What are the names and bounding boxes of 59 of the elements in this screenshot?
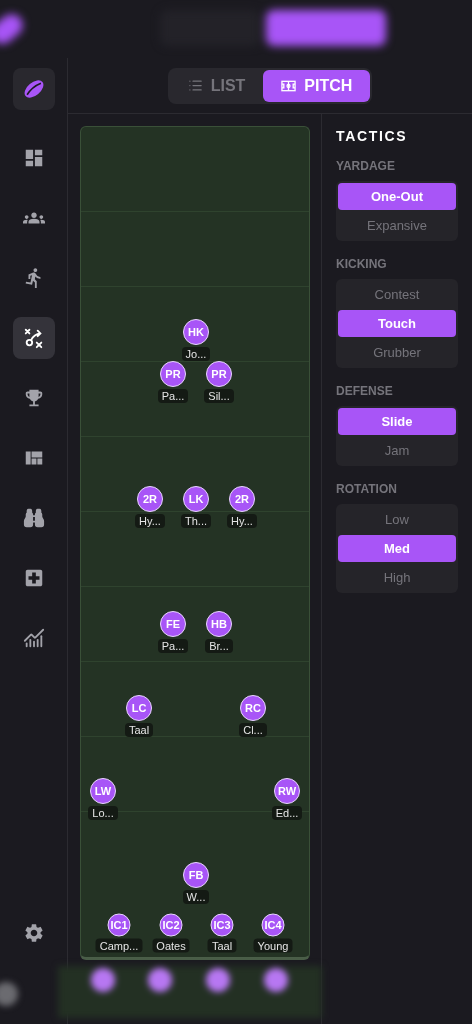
tactic-group-label: DEFENSE	[336, 383, 394, 400]
player-token[interactable]: IC4	[261, 913, 285, 937]
tactic-option[interactable]: Contest	[338, 281, 456, 308]
player-token[interactable]: PR	[160, 361, 186, 387]
player-token[interactable]: RW	[274, 778, 300, 804]
tactic-group-label: YARDAGE	[336, 158, 396, 175]
player-name: Jo...	[181, 347, 211, 361]
tactic-option[interactable]: Expansive	[338, 212, 456, 239]
player-token[interactable]: 2R	[137, 486, 163, 512]
tactic-option[interactable]: Jam	[338, 437, 456, 464]
tactic-option[interactable]: High	[338, 564, 456, 591]
pitch-icon	[281, 79, 297, 92]
player-name: Pa...	[157, 389, 189, 403]
player-name: Cl...	[239, 723, 267, 737]
player-token[interactable]: LK	[183, 486, 209, 512]
player-name: Pa...	[157, 639, 189, 653]
player-name: Br...	[205, 639, 233, 653]
settings-icon[interactable]	[22, 922, 45, 944]
tactic-option[interactable]: Touch	[338, 310, 456, 337]
tactic-group-label: KICKING	[336, 256, 388, 273]
player-name: Lo...	[88, 806, 118, 820]
player-name: Sil...	[204, 389, 234, 403]
player-name: Hy...	[227, 514, 257, 528]
tactic-option[interactable]: One-Out	[338, 183, 456, 210]
binoculars-icon	[22, 507, 45, 529]
tactic-group-label: ROTATION	[336, 481, 398, 498]
app-logo[interactable]	[12, 68, 55, 110]
player-token[interactable]: 2R	[229, 486, 255, 512]
player-name: Young	[253, 938, 293, 953]
sidebar-item[interactable]	[12, 317, 55, 359]
view-tab[interactable]: PITCH	[263, 69, 371, 102]
list-icon	[187, 78, 203, 93]
view-tab[interactable]: LIST	[169, 69, 264, 102]
player-token[interactable]: IC3	[210, 913, 234, 937]
tactics-title: TACTICS	[336, 127, 409, 146]
tactic-option[interactable]: Med	[338, 535, 456, 562]
player-token[interactable]: LW	[90, 778, 116, 804]
player-token[interactable]: FB	[183, 862, 209, 888]
player-token[interactable]: PR	[206, 361, 232, 387]
player-name: Ed...	[271, 806, 303, 820]
player-token[interactable]: HB	[206, 611, 232, 637]
tactic-option[interactable]: Low	[338, 506, 456, 533]
player-name: W...	[182, 890, 210, 904]
tactic-option[interactable]: Grubber	[338, 339, 456, 366]
player-name: Taal	[207, 938, 237, 953]
player-name: Camp...	[95, 938, 143, 953]
player-name: Oates	[152, 938, 190, 953]
player-name: Hy...	[135, 514, 165, 528]
player-token[interactable]: IC1	[107, 913, 131, 937]
player-name: Taal	[124, 723, 154, 737]
player-token[interactable]: RC	[240, 695, 266, 721]
player-name: Th...	[181, 514, 211, 528]
chart-icon	[22, 627, 45, 649]
tactic-option[interactable]: Slide	[338, 408, 456, 435]
tactics-icon	[22, 327, 45, 349]
player-token[interactable]: IC2	[159, 913, 183, 937]
player-token[interactable]: HK	[183, 319, 209, 345]
player-token[interactable]: FE	[160, 611, 186, 637]
player-token[interactable]: LC	[126, 695, 152, 721]
